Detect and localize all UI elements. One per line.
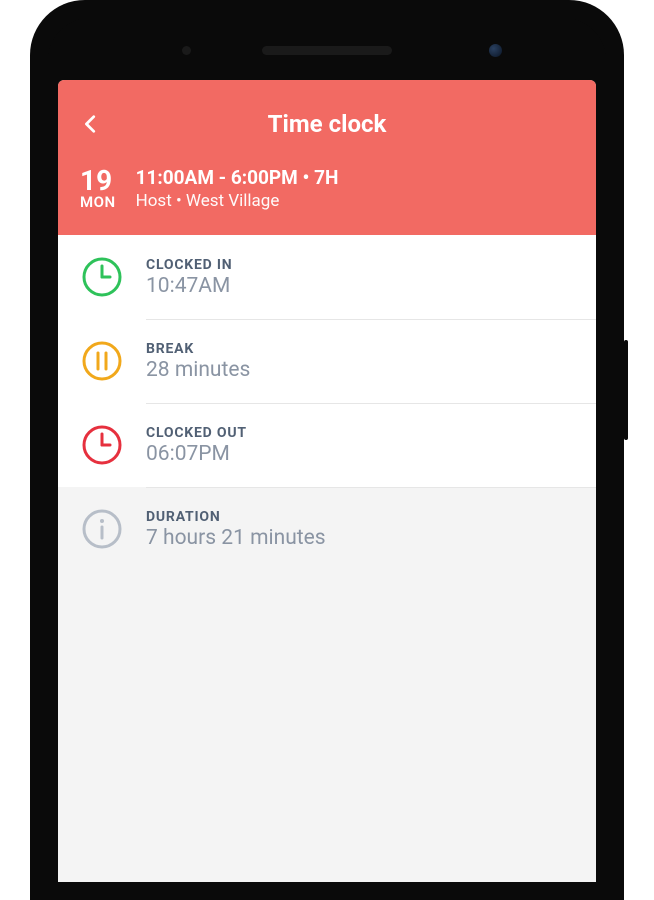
row-value: 10:47AM xyxy=(146,274,232,298)
row-value: 06:07PM xyxy=(146,442,247,466)
phone-side-button xyxy=(624,340,628,440)
app-screen: Time clock 19 MON 11:00AM - 6:00PM • 7H … xyxy=(58,80,596,882)
speaker-grille-icon xyxy=(262,46,392,55)
info-icon xyxy=(80,507,124,551)
row-value: 28 minutes xyxy=(146,358,250,382)
row-break[interactable]: BREAK 28 minutes xyxy=(58,319,596,403)
row-label: CLOCKED OUT xyxy=(146,425,247,441)
time-entries-list: CLOCKED IN 10:47AM BREAK 28 minutes xyxy=(58,235,596,571)
shift-info: 11:00AM - 6:00PM • 7H Host • West Villag… xyxy=(136,166,339,211)
row-value: 7 hours 21 minutes xyxy=(146,526,326,550)
row-label: CLOCKED IN xyxy=(146,257,232,273)
shift-meta: Host • West Village xyxy=(136,191,339,211)
row-clocked-in[interactable]: CLOCKED IN 10:47AM xyxy=(58,235,596,319)
pause-icon xyxy=(80,339,124,383)
clock-icon xyxy=(80,255,124,299)
phone-frame: Time clock 19 MON 11:00AM - 6:00PM • 7H … xyxy=(30,0,624,900)
row-duration[interactable]: DURATION 7 hours 21 minutes xyxy=(58,487,596,571)
sensor-dot-icon xyxy=(182,46,191,55)
phone-bezel: Time clock 19 MON 11:00AM - 6:00PM • 7H … xyxy=(48,18,606,882)
shift-summary: 19 MON 11:00AM - 6:00PM • 7H Host • West… xyxy=(80,166,574,211)
page-title: Time clock xyxy=(80,110,574,138)
row-label: BREAK xyxy=(146,341,250,357)
row-label: DURATION xyxy=(146,509,326,525)
row-clocked-out[interactable]: CLOCKED OUT 06:07PM xyxy=(58,403,596,487)
app-header: Time clock 19 MON 11:00AM - 6:00PM • 7H … xyxy=(58,80,596,235)
date-number: 19 xyxy=(80,166,112,195)
shift-time: 11:00AM - 6:00PM • 7H xyxy=(136,166,339,189)
front-camera-icon xyxy=(489,44,502,57)
phone-speaker-area xyxy=(262,46,392,55)
clock-icon xyxy=(80,423,124,467)
date-block: 19 MON xyxy=(80,166,116,211)
date-dayofweek: MON xyxy=(80,195,116,211)
